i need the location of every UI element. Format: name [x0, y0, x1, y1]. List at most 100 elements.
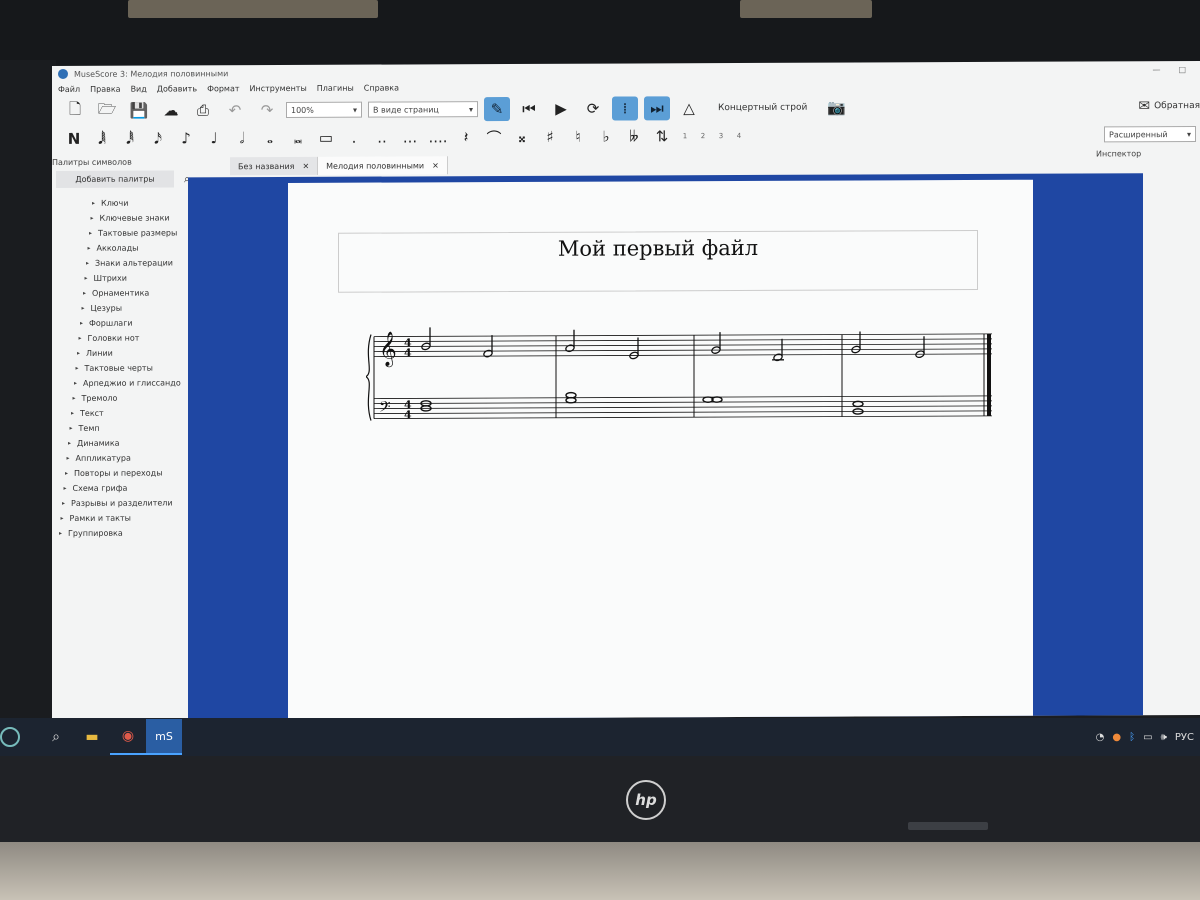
undo-icon[interactable]: ↶	[222, 98, 248, 122]
voice-2-button[interactable]: 2	[696, 132, 710, 140]
whole-note-icon[interactable]: 𝅝	[258, 127, 282, 149]
cloud-upload-icon[interactable]: ☁	[158, 98, 184, 122]
title-frame[interactable]: Мой первый файл	[338, 229, 978, 293]
battery-icon[interactable]: ▭	[1143, 732, 1152, 743]
metronome-icon[interactable]: △	[676, 96, 702, 120]
flat-icon[interactable]: ♭	[594, 126, 618, 148]
expand-triangle-icon[interactable]: ▸	[67, 455, 70, 462]
add-palettes-button[interactable]: Добавить палитры	[56, 170, 174, 188]
note-input-mode-icon[interactable]: ✎	[484, 97, 510, 122]
note-input-toggle-icon[interactable]: N	[62, 128, 86, 150]
app-tray-icon[interactable]: ●	[1112, 732, 1121, 743]
sharp-icon[interactable]: ♯	[538, 126, 562, 148]
tie-icon[interactable]: ⌒	[482, 126, 506, 148]
loop-icon[interactable]: ⟳	[580, 97, 606, 121]
menu-plugins[interactable]: Плагины	[317, 83, 354, 92]
double-flat-icon[interactable]: 𝄫	[622, 125, 646, 147]
play-icon[interactable]: ▶	[548, 97, 574, 121]
augmentation-dot-icon[interactable]: .	[342, 127, 366, 149]
print-icon[interactable]: ⎙	[190, 98, 216, 122]
view-mode-select[interactable]: В виде страниц ▾	[368, 101, 478, 118]
search-icon[interactable]: ⌕	[38, 719, 74, 755]
grand-staff[interactable]: 𝄞 𝄢 4 4 4 4	[366, 324, 996, 427]
expand-triangle-icon[interactable]: ▸	[83, 290, 86, 297]
expand-triangle-icon[interactable]: ▸	[79, 335, 82, 342]
half-note-icon[interactable]: 𝅗𝅥	[230, 127, 254, 149]
flip-direction-icon[interactable]: ⇅	[650, 125, 674, 147]
camera-icon[interactable]: 📷	[823, 96, 849, 120]
expand-triangle-icon[interactable]: ▸	[61, 515, 64, 522]
expand-triangle-icon[interactable]: ▸	[77, 350, 80, 357]
chrome-icon[interactable]: ◉	[110, 719, 146, 755]
rewind-icon[interactable]: ⏮	[516, 97, 542, 121]
menu-view[interactable]: Вид	[131, 84, 147, 93]
expand-triangle-icon[interactable]: ▸	[82, 305, 85, 312]
new-file-icon[interactable]: 🗋	[62, 99, 88, 123]
expand-triangle-icon[interactable]: ▸	[76, 365, 79, 372]
expand-triangle-icon[interactable]: ▸	[71, 410, 74, 417]
voice-1-button[interactable]: 1	[678, 132, 692, 140]
score-page[interactable]: Мой первый файл 𝄞 𝄢 4 4 4 4	[288, 179, 1033, 721]
triple-dot-icon[interactable]: ...	[398, 126, 422, 148]
longa-icon[interactable]: ▭	[314, 127, 338, 149]
zoom-select[interactable]: 100% ▾	[286, 101, 362, 118]
start-icon[interactable]	[0, 727, 20, 747]
expand-triangle-icon[interactable]: ▸	[73, 395, 76, 402]
menu-format[interactable]: Формат	[207, 84, 239, 93]
network-icon[interactable]: ◔	[1096, 732, 1105, 743]
close-icon[interactable]: ✕	[432, 161, 439, 170]
quadruple-dot-icon[interactable]: ....	[426, 126, 450, 148]
menu-add[interactable]: Добавить	[157, 84, 197, 93]
menu-help[interactable]: Справка	[364, 83, 399, 92]
sixteenth-note-icon[interactable]: 𝅘𝅥𝅯	[146, 127, 170, 149]
whole-note[interactable]	[852, 400, 864, 408]
expand-triangle-icon[interactable]: ▸	[70, 425, 73, 432]
expand-triangle-icon[interactable]: ▸	[59, 530, 62, 537]
open-folder-icon[interactable]: 🗁	[94, 99, 120, 123]
voice-4-button[interactable]: 4	[732, 132, 746, 140]
expand-triangle-icon[interactable]: ▸	[86, 260, 89, 267]
close-icon[interactable]: ✕	[302, 161, 309, 170]
musescore-taskbar-icon[interactable]: mS	[146, 719, 182, 755]
language-indicator[interactable]: РУС	[1175, 732, 1194, 743]
expand-triangle-icon[interactable]: ▸	[68, 440, 71, 447]
expand-triangle-icon[interactable]: ▸	[85, 275, 88, 282]
score-title[interactable]: Мой первый файл	[339, 235, 977, 262]
menu-edit[interactable]: Правка	[90, 84, 120, 93]
double-dot-icon[interactable]: ..	[370, 127, 394, 149]
eighth-note-icon[interactable]: ♪	[174, 127, 198, 149]
expand-triangle-icon[interactable]: ▸	[64, 485, 67, 492]
concert-pitch-button[interactable]: Концертный строй	[708, 103, 817, 113]
tab-melody[interactable]: Мелодия половинными ✕	[318, 156, 448, 175]
menu-file[interactable]: Файл	[58, 84, 80, 93]
maximize-icon[interactable]: □	[1178, 65, 1186, 74]
expand-triangle-icon[interactable]: ▸	[91, 215, 94, 222]
tab-untitled[interactable]: Без названия ✕	[230, 156, 319, 176]
expand-triangle-icon[interactable]: ▸	[88, 245, 91, 252]
envelope-icon[interactable]: ✉	[1138, 98, 1150, 114]
volume-icon[interactable]: 🕪	[1161, 732, 1167, 743]
voice-3-button[interactable]: 3	[714, 132, 728, 140]
rest-icon[interactable]: 𝄽	[454, 126, 478, 148]
pan-score-icon[interactable]: ⏭	[644, 96, 670, 121]
redo-icon[interactable]: ↷	[254, 98, 280, 122]
minimize-icon[interactable]: —	[1152, 65, 1160, 74]
repeat-playback-icon[interactable]: ⁞	[612, 96, 638, 121]
double-sharp-icon[interactable]: 𝄪	[510, 126, 534, 148]
natural-icon[interactable]: ♮	[566, 126, 590, 148]
score-view[interactable]: Мой первый файл 𝄞 𝄢 4 4 4 4	[188, 173, 1143, 721]
feedback-button[interactable]: Обратная	[1154, 101, 1200, 111]
file-explorer-icon[interactable]: ▬	[74, 719, 110, 755]
menu-tools[interactable]: Инструменты	[250, 83, 307, 92]
expand-triangle-icon[interactable]: ▸	[92, 200, 95, 207]
workspace-select[interactable]: Расширенный ▾	[1104, 126, 1196, 143]
expand-triangle-icon[interactable]: ▸	[89, 230, 92, 237]
sixty-fourth-note-icon[interactable]: 𝅘𝅥𝅲	[90, 128, 114, 150]
expand-triangle-icon[interactable]: ▸	[65, 470, 68, 477]
expand-triangle-icon[interactable]: ▸	[62, 500, 65, 507]
quarter-note-icon[interactable]: ♩	[202, 127, 226, 149]
thirty-second-note-icon[interactable]: 𝅘𝅥𝅱	[118, 128, 142, 150]
expand-triangle-icon[interactable]: ▸	[80, 320, 83, 327]
bluetooth-icon[interactable]: ᛒ	[1129, 732, 1135, 743]
save-icon[interactable]: 💾	[126, 99, 152, 123]
